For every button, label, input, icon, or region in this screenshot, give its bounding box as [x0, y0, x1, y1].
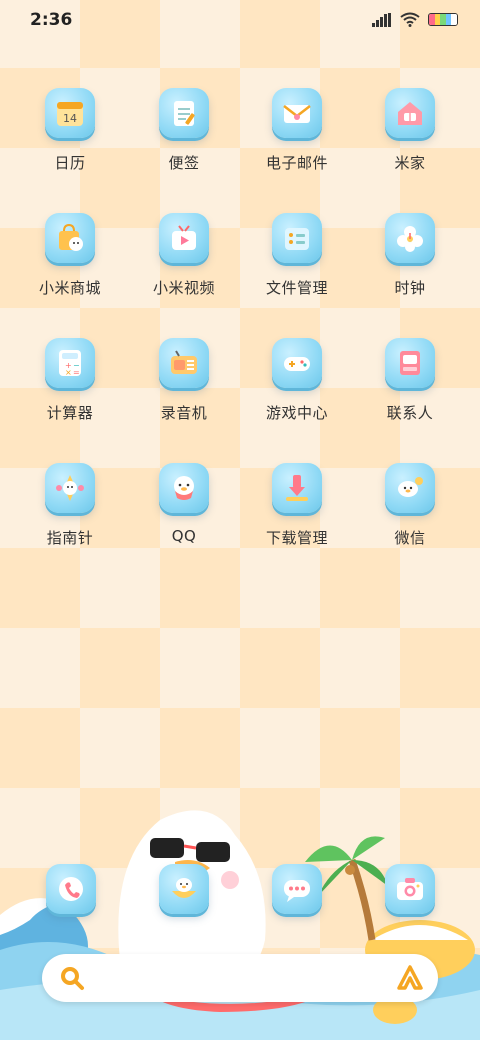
camera-icon[interactable]	[385, 864, 435, 914]
app-mi-store[interactable]: 小米商城	[14, 213, 126, 298]
app-label: 录音机	[160, 404, 208, 422]
app-wechat[interactable]: 微信	[354, 463, 466, 548]
app-game-center[interactable]: 游戏中心	[241, 338, 353, 423]
app-calendar[interactable]: 14 日历	[14, 88, 126, 173]
app-mi-video[interactable]: 小米视频	[128, 213, 240, 298]
svg-text:=: =	[73, 368, 80, 377]
app-notes[interactable]: 便签	[128, 88, 240, 173]
contacts-icon	[385, 338, 435, 388]
app-qq[interactable]: QQ	[128, 463, 240, 545]
app-label: 联系人	[386, 404, 434, 422]
calculator-icon: + − × =	[45, 338, 95, 388]
app-download-manager[interactable]: 下载管理	[241, 463, 353, 548]
app-label: 小米商城	[38, 279, 101, 297]
store-icon	[45, 213, 95, 263]
browser-icon[interactable]	[159, 864, 209, 914]
dock	[0, 862, 480, 922]
voice-assistant-icon[interactable]	[396, 964, 424, 992]
app-label: 下载管理	[265, 529, 328, 547]
app-calculator[interactable]: + − × = 计算器	[14, 338, 126, 423]
video-icon	[159, 213, 209, 263]
app-label: 便签	[168, 154, 200, 172]
mail-icon	[272, 88, 322, 138]
app-label: 日历	[54, 154, 86, 172]
app-label: 小米视频	[152, 279, 215, 297]
status-icons	[372, 12, 458, 27]
app-label: QQ	[171, 527, 197, 545]
messages-icon[interactable]	[272, 864, 322, 914]
app-label: 微信	[394, 529, 426, 547]
svg-text:×: ×	[65, 368, 72, 377]
notes-icon	[159, 88, 209, 138]
app-compass[interactable]: 指南针	[14, 463, 126, 548]
app-mi-home[interactable]: 米家	[354, 88, 466, 173]
app-label: 米家	[394, 154, 426, 172]
file-manager-icon	[272, 213, 322, 263]
phone-icon[interactable]	[46, 864, 96, 914]
status-bar: 2:36	[0, 0, 480, 40]
qq-icon	[159, 463, 209, 513]
app-label: 时钟	[394, 279, 426, 297]
app-label: 电子邮件	[265, 154, 328, 172]
search-icon	[61, 967, 84, 990]
recorder-icon	[159, 338, 209, 388]
calendar-icon: 14	[45, 88, 95, 138]
app-label: 计算器	[46, 404, 94, 422]
app-mail[interactable]: 电子邮件	[241, 88, 353, 173]
signal-icon	[372, 12, 391, 27]
search-bar[interactable]	[42, 954, 438, 1002]
app-label: 游戏中心	[265, 404, 328, 422]
app-contacts[interactable]: 联系人	[354, 338, 466, 423]
app-clock[interactable]: 时钟	[354, 213, 466, 298]
wechat-icon	[385, 463, 435, 513]
compass-icon	[45, 463, 95, 513]
app-recorder[interactable]: 录音机	[128, 338, 240, 423]
game-center-icon	[272, 338, 322, 388]
app-label: 文件管理	[265, 279, 328, 297]
battery-icon	[428, 13, 458, 26]
home-icon	[385, 88, 435, 138]
wifi-icon	[400, 12, 420, 27]
svg-text:14: 14	[63, 112, 77, 125]
app-label: 指南针	[46, 529, 94, 547]
status-time: 2:36	[30, 10, 73, 30]
download-icon	[272, 463, 322, 513]
app-file-manager[interactable]: 文件管理	[241, 213, 353, 298]
clock-icon	[385, 213, 435, 263]
